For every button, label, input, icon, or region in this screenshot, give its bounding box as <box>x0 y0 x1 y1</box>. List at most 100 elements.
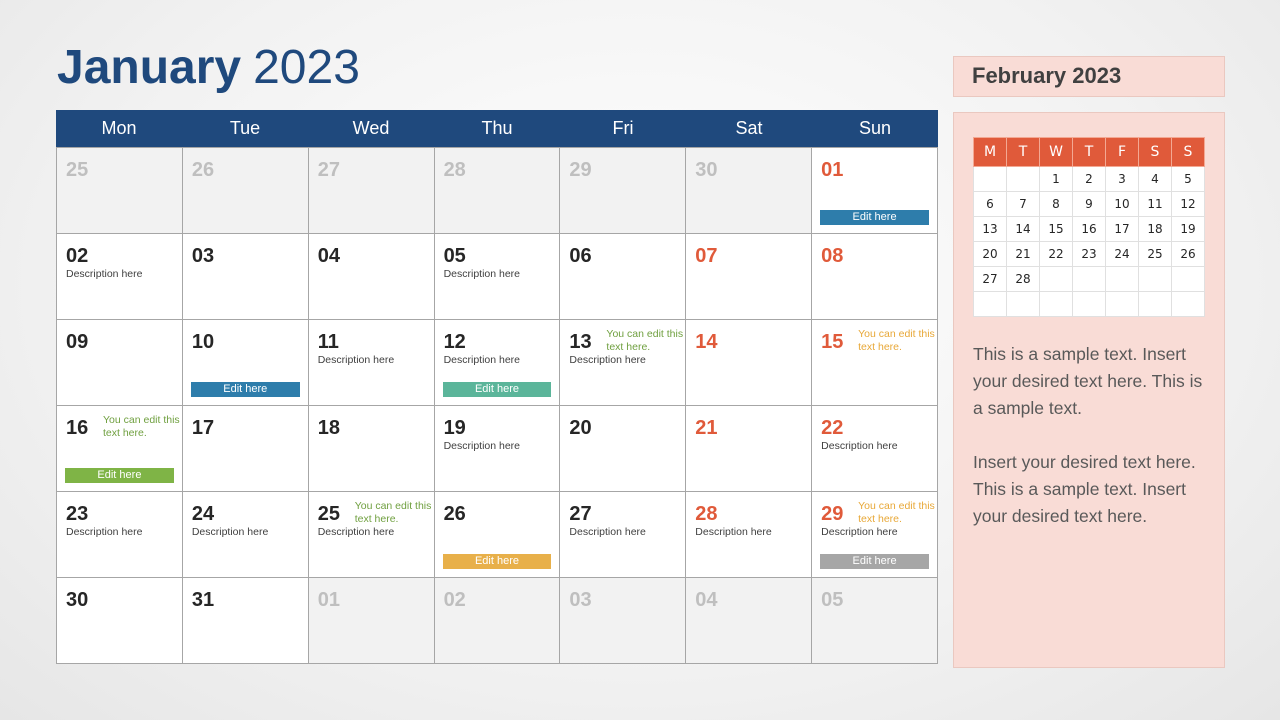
day-cell[interactable]: 05 Description here <box>434 234 561 320</box>
mini-day[interactable]: 18 <box>1138 216 1172 242</box>
day-number: 26 <box>443 503 466 525</box>
day-cell[interactable]: 24 Description here <box>182 492 309 578</box>
mini-day[interactable]: 16 <box>1072 216 1106 242</box>
day-cell[interactable]: 29 <box>560 148 687 234</box>
edit-button[interactable]: Edit here <box>442 554 552 569</box>
day-number: 19 <box>443 417 466 439</box>
day-cell[interactable]: 21 <box>686 406 813 492</box>
day-cell[interactable]: 27 Description here <box>560 492 687 578</box>
mini-day[interactable]: 20 <box>973 241 1007 267</box>
day-cell[interactable]: 15 You can edit this text here. <box>812 320 938 406</box>
edit-button[interactable]: Edit here <box>190 382 300 397</box>
day-cell[interactable]: 18 <box>308 406 435 492</box>
day-number: 01 <box>821 159 844 181</box>
day-cell[interactable]: 31 <box>182 578 309 664</box>
day-description: Description here <box>66 526 143 538</box>
day-cell[interactable]: 17 <box>182 406 309 492</box>
day-description: Description here <box>443 440 521 452</box>
mini-day[interactable]: 4 <box>1138 166 1172 192</box>
day-cell[interactable]: 01 <box>308 578 435 664</box>
mini-day[interactable]: 10 <box>1105 191 1139 217</box>
day-cell[interactable]: 02 Description here <box>57 234 183 320</box>
day-cell[interactable]: 14 <box>686 320 813 406</box>
page-title: January 2023 <box>57 40 360 96</box>
mini-day[interactable]: 23 <box>1072 241 1106 267</box>
day-note: You can edit this text here. <box>103 414 180 439</box>
day-cell[interactable]: 10 Edit here <box>182 320 309 406</box>
day-description: Description here <box>191 526 269 538</box>
mini-day[interactable]: 19 <box>1171 216 1205 242</box>
day-cell[interactable]: 06 <box>560 234 687 320</box>
day-cell[interactable]: 25 Description here You can edit this text… <box>308 492 435 578</box>
day-cell[interactable]: 19 Description here <box>434 406 561 492</box>
mini-day[interactable]: 27 <box>973 266 1007 292</box>
title-month: January <box>57 41 242 94</box>
day-number: 10 <box>191 331 215 353</box>
mini-day[interactable]: 1 <box>1039 166 1073 192</box>
mini-day[interactable]: 6 <box>973 191 1007 217</box>
day-number: 05 <box>443 245 466 267</box>
day-cell[interactable]: 03 <box>182 234 309 320</box>
mini-day[interactable]: 24 <box>1105 241 1139 267</box>
day-cell[interactable]: 28 Description here <box>686 492 813 578</box>
day-number: 14 <box>695 331 718 353</box>
edit-button[interactable]: Edit here <box>820 554 929 569</box>
mini-day[interactable]: 17 <box>1105 216 1139 242</box>
day-cell[interactable]: 12 Description here Edit here <box>434 320 561 406</box>
day-number: 28 <box>443 159 466 181</box>
mini-day[interactable]: 14 <box>1006 216 1040 242</box>
mini-day[interactable]: 8 <box>1039 191 1073 217</box>
mini-calendar: M T W T F S S 1 2 3 4 5 6 7 8 9 10 11 12 13 14 15 16 17 18 19 20 21… <box>973 137 1205 317</box>
day-cell[interactable]: 25 <box>57 148 183 234</box>
day-cell[interactable]: 03 <box>560 578 687 664</box>
edit-button[interactable]: Edit here <box>65 468 174 483</box>
edit-button[interactable]: Edit here <box>442 382 552 397</box>
mini-day[interactable]: 26 <box>1171 241 1205 267</box>
calendar-grid: 25 26 27 28 29 30 01 Edit here 02 Description her… <box>56 147 938 664</box>
mini-day[interactable]: 28 <box>1006 266 1040 292</box>
mini-day[interactable]: 22 <box>1039 241 1073 267</box>
day-cell[interactable]: 26 <box>182 148 309 234</box>
day-cell[interactable]: 30 <box>686 148 813 234</box>
day-cell[interactable]: 23 Description here <box>57 492 183 578</box>
mini-day[interactable]: 13 <box>973 216 1007 242</box>
mini-day[interactable]: 2 <box>1072 166 1106 192</box>
day-cell[interactable]: 28 <box>434 148 561 234</box>
mini-day[interactable]: 15 <box>1039 216 1073 242</box>
mini-weekday: T <box>1072 137 1106 167</box>
mini-day <box>1138 266 1172 292</box>
day-cell[interactable]: 20 <box>560 406 687 492</box>
mini-day[interactable]: 12 <box>1171 191 1205 217</box>
day-cell[interactable]: 09 <box>57 320 183 406</box>
mini-week-row: 27 28 <box>973 266 1205 292</box>
day-cell[interactable]: 22 Description here <box>812 406 938 492</box>
day-cell[interactable]: 16 You can edit this text here. Edit here <box>57 406 183 492</box>
mini-day[interactable]: 9 <box>1072 191 1106 217</box>
mini-day[interactable]: 25 <box>1138 241 1172 267</box>
day-cell[interactable]: 07 <box>686 234 813 320</box>
mini-day[interactable]: 21 <box>1006 241 1040 267</box>
day-cell[interactable]: 05 <box>812 578 938 664</box>
mini-day[interactable]: 7 <box>1006 191 1040 217</box>
day-number: 21 <box>695 417 718 439</box>
mini-weekday: M <box>973 137 1007 167</box>
day-cell[interactable]: 08 <box>812 234 938 320</box>
day-cell[interactable]: 29 Description here You can edit this text… <box>812 492 938 578</box>
day-number: 02 <box>443 589 466 611</box>
day-cell[interactable]: 26 Edit here <box>434 492 561 578</box>
day-cell[interactable]: 01 Edit here <box>812 148 938 234</box>
day-cell[interactable]: 04 <box>686 578 813 664</box>
mini-day[interactable]: 5 <box>1171 166 1205 192</box>
mini-weekday: T <box>1006 137 1040 167</box>
day-cell[interactable]: 30 <box>57 578 183 664</box>
mini-day[interactable]: 11 <box>1138 191 1172 217</box>
mini-day[interactable]: 3 <box>1105 166 1139 192</box>
day-cell[interactable]: 04 <box>308 234 435 320</box>
day-description: Description here <box>569 354 646 366</box>
weekday-label: Thu <box>481 118 513 138</box>
day-cell[interactable]: 11 Description here <box>308 320 435 406</box>
day-cell[interactable]: 13 Description here You can edit this text… <box>560 320 687 406</box>
day-cell[interactable]: 02 <box>434 578 561 664</box>
day-cell[interactable]: 27 <box>308 148 435 234</box>
edit-button[interactable]: Edit here <box>820 210 929 225</box>
